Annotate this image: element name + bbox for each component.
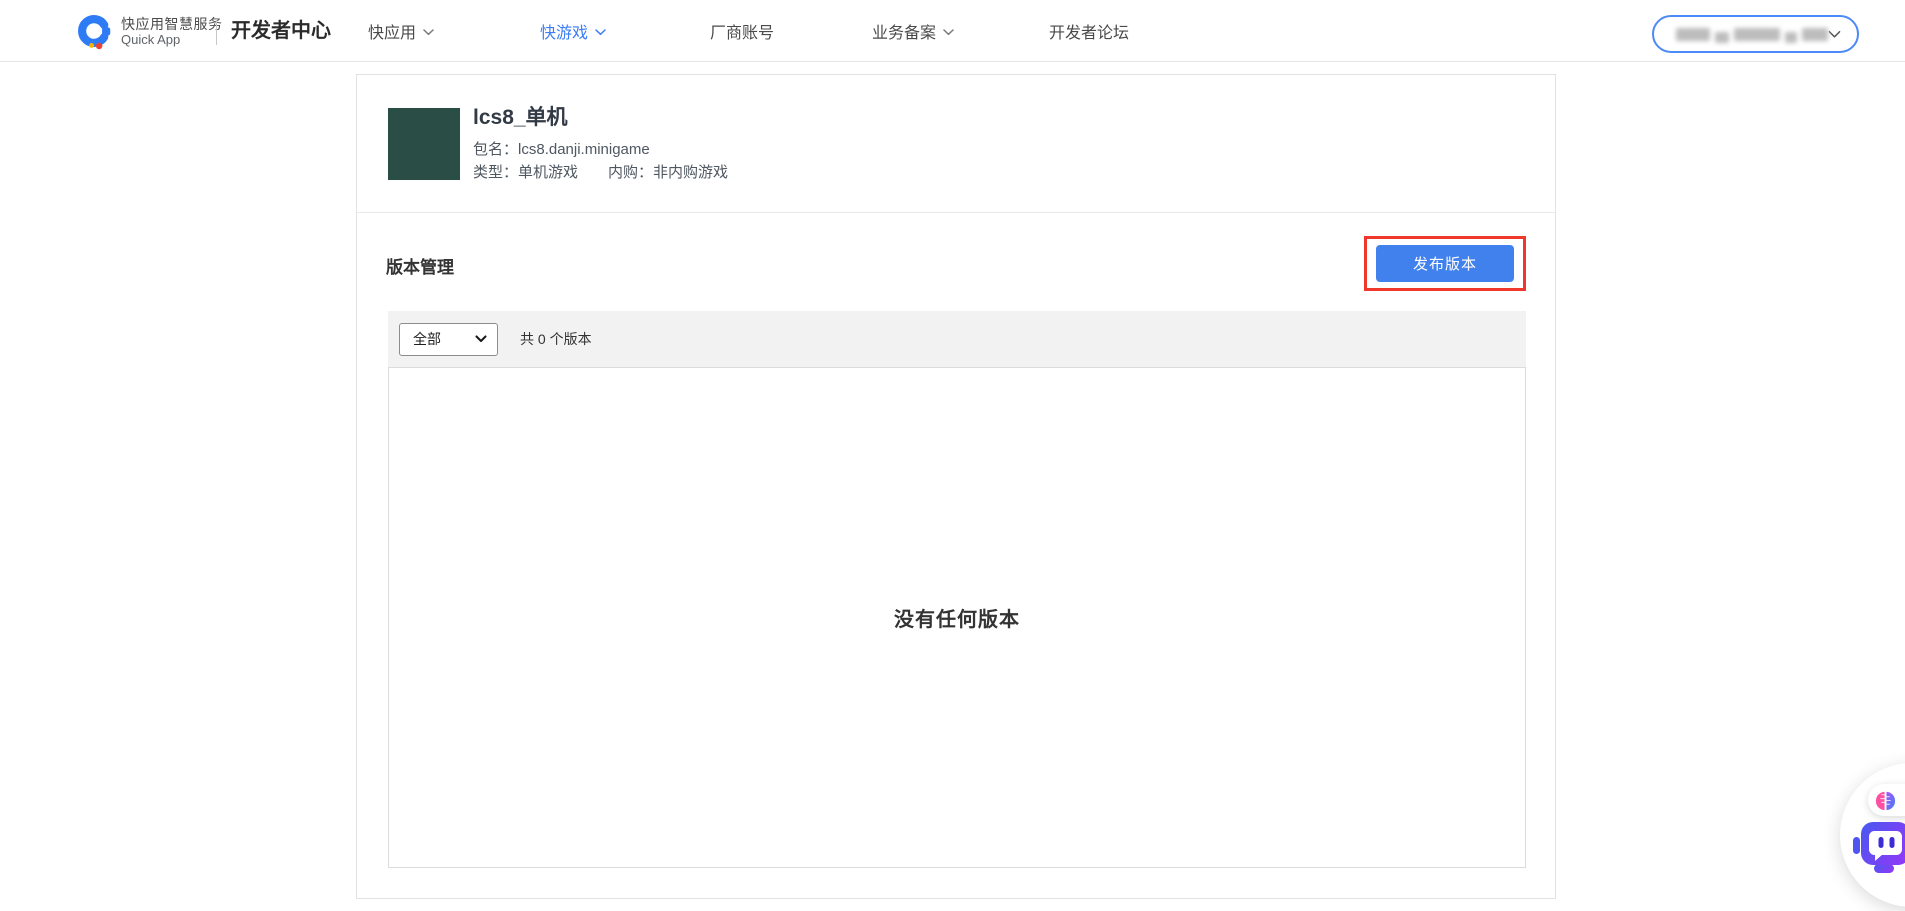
nav-item-vendor-account[interactable]: 厂商账号 bbox=[710, 0, 774, 62]
nav-label: 快应用 bbox=[368, 19, 416, 43]
nav-item-business-filing[interactable]: 业务备案 bbox=[872, 0, 954, 62]
quickapp-developer-console: { "header": { "brand": { "logo_line1": "… bbox=[0, 0, 1905, 911]
version-count-text: 共 0 个版本 bbox=[520, 329, 592, 349]
version-filter-value: 全部 bbox=[413, 329, 441, 349]
account-menu-button[interactable] bbox=[1652, 15, 1859, 53]
app-detail-card: lcs8_单机 包名：lcs8.danji.minigame 类型：单机游戏 内购… bbox=[356, 74, 1556, 899]
publish-version-button[interactable]: 发布版本 bbox=[1376, 245, 1514, 282]
nav-label: 厂商账号 bbox=[710, 19, 774, 43]
chevron-down-icon bbox=[1828, 30, 1841, 39]
portal-title: 开发者中心 bbox=[231, 0, 331, 62]
chevron-down-icon bbox=[423, 29, 434, 36]
version-management-title: 版本管理 bbox=[386, 253, 454, 278]
package-value: lcs8.danji.minigame bbox=[518, 141, 650, 158]
package-label: 包名： bbox=[473, 141, 518, 158]
ai-assistant-button[interactable] bbox=[1868, 784, 1905, 816]
chevron-down-icon bbox=[595, 29, 606, 36]
nav-item-quickapp[interactable]: 快应用 bbox=[368, 0, 434, 62]
red-highlight-annotation: 发布版本 bbox=[1364, 236, 1526, 291]
app-name: lcs8_单机 bbox=[473, 101, 568, 131]
robot-icon bbox=[1852, 820, 1905, 876]
empty-state-text: 没有任何版本 bbox=[894, 603, 1020, 632]
brand-home-link[interactable]: 快应用智慧服务 Quick App bbox=[75, 0, 223, 62]
quickapp-logo-icon bbox=[75, 12, 113, 50]
nav-item-quickgame[interactable]: 快游戏 bbox=[540, 0, 606, 62]
chatbot-button[interactable] bbox=[1852, 820, 1905, 881]
app-package-row: 包名：lcs8.danji.minigame bbox=[473, 138, 650, 159]
chevron-down-icon bbox=[943, 29, 954, 36]
purchase-value: 非内购游戏 bbox=[653, 164, 728, 181]
top-header: 快应用智慧服务 Quick App 开发者中心 快应用 快游戏 厂商账号 业务备… bbox=[0, 0, 1905, 62]
brand-name-en: Quick App bbox=[121, 32, 223, 47]
chevron-down-icon bbox=[475, 335, 487, 343]
nav-label: 快游戏 bbox=[540, 19, 588, 43]
type-label: 类型： bbox=[473, 164, 518, 181]
app-type-row: 类型：单机游戏 内购：非内购游戏 bbox=[473, 161, 728, 182]
purchase-label: 内购： bbox=[608, 164, 653, 181]
app-icon bbox=[388, 108, 460, 180]
version-list-empty-area: 没有任何版本 bbox=[388, 367, 1526, 868]
version-filter-bar: 全部 共 0 个版本 bbox=[388, 311, 1526, 367]
version-filter-select[interactable]: 全部 bbox=[399, 323, 498, 356]
nav-label: 业务备案 bbox=[872, 19, 936, 43]
section-divider bbox=[357, 212, 1555, 213]
type-value: 单机游戏 bbox=[518, 164, 578, 181]
brand-text: 快应用智慧服务 Quick App bbox=[121, 16, 223, 47]
nav-label: 开发者论坛 bbox=[1049, 19, 1129, 43]
nav-item-developer-forum[interactable]: 开发者论坛 bbox=[1049, 0, 1129, 62]
brain-icon bbox=[1874, 789, 1897, 812]
brand-divider bbox=[216, 19, 217, 45]
account-name-redacted bbox=[1676, 25, 1828, 43]
brand-name-cn: 快应用智慧服务 bbox=[121, 16, 223, 32]
